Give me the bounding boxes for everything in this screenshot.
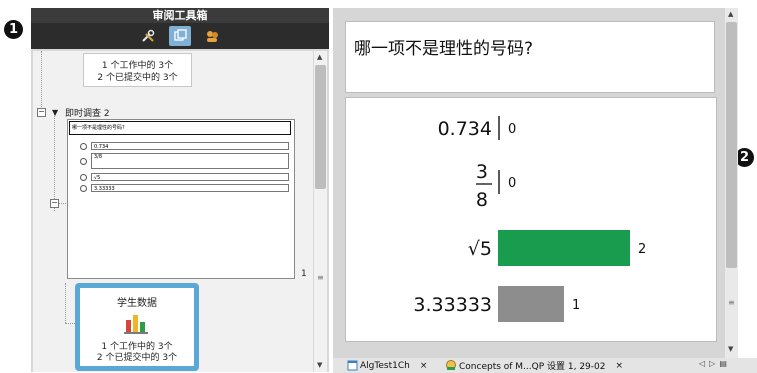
radio-icon — [80, 142, 87, 150]
category-label: 3.33333 — [413, 294, 492, 316]
bar — [498, 116, 500, 140]
scroll-grip-icon: ≡ — [728, 298, 735, 307]
scroll-thumb[interactable] — [726, 22, 737, 268]
category-label: 0.734 — [438, 118, 492, 140]
class-icon — [207, 31, 218, 42]
tab-menu-icon[interactable]: ▤ — [719, 359, 731, 368]
review-toolbox-panel: 审阅工具箱 1 个工作中的 3个 2 个已提交中的 3个 − ▼ 即时调查 2 … — [31, 8, 329, 372]
bar-value-label: 1 — [572, 298, 580, 313]
working-count: 1 个工作中的 3个 — [101, 61, 174, 71]
student-data-card[interactable]: 学生数据 1 个工作中的 3个 2 个已提交中的 3个 — [75, 283, 199, 371]
scroll-thumb[interactable] — [315, 65, 326, 189]
results-chart: 0.734 0 3 8 0 √5 2 3.33333 1 — [345, 97, 717, 342]
right-scrollbar[interactable]: ▲ ≡ ▼ — [725, 8, 738, 360]
doc-tab-concepts[interactable]: Concepts of M...QP 设置 1, 29-02 × — [445, 359, 623, 372]
question-label[interactable]: 即时调查 2 — [65, 106, 110, 119]
radio-icon — [80, 157, 87, 165]
results-chart-svg: 0.734 0 3 8 0 √5 2 3.33333 1 — [413, 116, 646, 322]
collapse-toggle[interactable]: − — [37, 108, 46, 117]
submitted-count: 2 个已提交中的 3个 — [97, 73, 178, 83]
bar-value-label: 0 — [508, 176, 516, 191]
class-document-icon — [446, 360, 456, 370]
tools-icon — [142, 29, 155, 42]
bar — [498, 170, 500, 194]
tab-class[interactable] — [201, 26, 223, 46]
student-data-title: 学生数据 — [117, 298, 157, 309]
document-icon — [347, 360, 358, 371]
document-tabs: AlgTest1Ch × Concepts of M...QP 设置 1, 29… — [333, 358, 757, 373]
thumbnail-count: 1 — [301, 269, 307, 279]
prev-tab-icon[interactable]: ◁ — [699, 359, 709, 368]
category-label: 8 — [476, 189, 488, 211]
scroll-up-icon[interactable]: ▲ — [317, 53, 322, 61]
toolbox-tabs — [31, 23, 329, 49]
bar — [498, 286, 564, 322]
category-label: 3 — [476, 161, 488, 183]
radio-icon — [80, 173, 87, 181]
review-tree: 1 个工作中的 3个 2 个已提交中的 3个 − ▼ 即时调查 2 哪一项不是理… — [33, 51, 313, 372]
collapse-toggle[interactable]: − — [50, 199, 59, 208]
bar — [498, 230, 630, 266]
thumbnail-option: 3.33333 — [80, 184, 289, 192]
tab-tools[interactable] — [137, 26, 159, 46]
question-thumbnail[interactable]: 哪一项不是理性的号码? 0.734 3/8 √5 3.33333 — [67, 119, 295, 279]
tab-review[interactable] — [169, 26, 191, 46]
progress-summary: 1 个工作中的 3个 2 个已提交中的 3个 — [83, 53, 192, 87]
close-tab-icon[interactable]: × — [616, 361, 624, 371]
scroll-down-icon[interactable]: ▼ — [728, 345, 733, 353]
bar-chart-icon — [124, 315, 148, 334]
question-text: 哪一项不是理性的号码? — [345, 21, 715, 93]
question-view-panel: 哪一项不是理性的号码? 0.734 0 3 8 0 √5 2 3.33333 1 ▲ ≡ ▼ — [333, 8, 738, 360]
scroll-down-icon[interactable]: ▼ — [317, 361, 322, 369]
tab-navigation: ◁▷▤ — [699, 359, 731, 368]
bar-value-label: 2 — [638, 242, 646, 257]
radio-icon — [80, 184, 87, 192]
scroll-up-icon[interactable]: ▲ — [728, 10, 733, 18]
next-tab-icon[interactable]: ▷ — [709, 359, 719, 368]
thumbnail-question: 哪一项不是理性的号码? — [69, 121, 291, 135]
callout-1: 1 — [4, 20, 23, 39]
thumbnail-option: √5 — [80, 173, 289, 181]
close-tab-icon[interactable]: × — [420, 361, 428, 371]
thumbnail-option: 3/8 — [80, 153, 289, 169]
category-label: √5 — [468, 238, 492, 260]
bar-value-label: 0 — [508, 122, 516, 137]
student-data-status: 1 个工作中的 3个 2 个已提交中的 3个 — [96, 342, 178, 363]
toolbox-title: 审阅工具箱 — [31, 8, 329, 23]
scroll-grip-icon: ≡ — [317, 273, 324, 282]
left-scrollbar[interactable]: ▲ ≡ ▼ — [314, 51, 327, 372]
expand-arrow-icon[interactable]: ▼ — [52, 108, 58, 117]
thumbnail-option: 0.734 — [80, 142, 289, 150]
doc-tab-algtest[interactable]: AlgTest1Ch × — [347, 359, 427, 372]
review-icon — [174, 29, 187, 41]
